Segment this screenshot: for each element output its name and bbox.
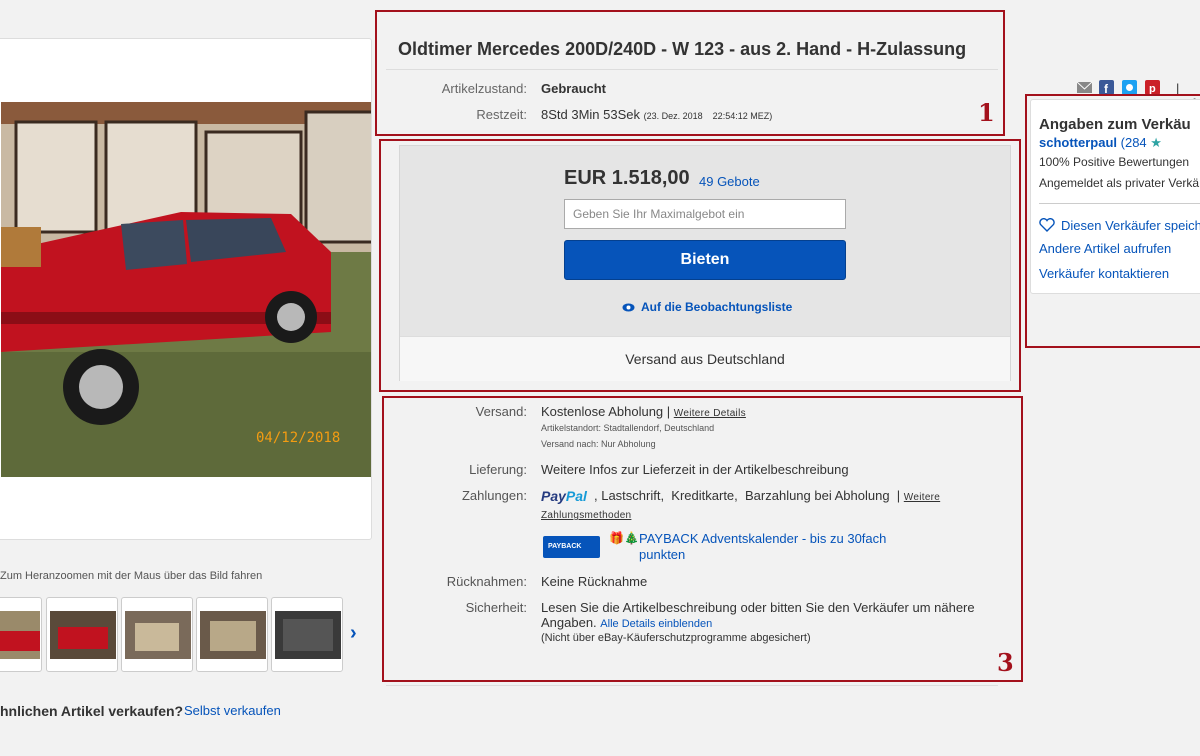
time-left-label: Restzeit: xyxy=(476,107,527,122)
payment-methods-text: , Lastschrift, Kreditkarte, Barzahlung b… xyxy=(594,488,901,503)
image-panel: 04/12/2018 xyxy=(0,38,372,540)
photo-date-stamp: 04/12/2018 xyxy=(256,430,340,446)
title-divider xyxy=(386,69,998,70)
watchlist-label: Auf die Beobachtungsliste xyxy=(641,300,793,314)
delivery-value: Weitere Infos zur Lieferzeit in der Arti… xyxy=(541,462,849,477)
more-payment-link-1[interactable]: Weitere xyxy=(904,492,940,503)
shipping-text: Kostenlose Abholung | xyxy=(541,404,671,419)
details-divider xyxy=(386,685,998,686)
bid-button[interactable]: Bieten xyxy=(564,240,846,280)
thumbnail-1[interactable] xyxy=(0,597,42,672)
ship-to: Versand nach: Nur Abholung xyxy=(541,439,656,449)
condition-label: Artikelzustand: xyxy=(441,81,527,96)
payback-link[interactable]: PAYBACK Adventskalender - bis zu 30fach … xyxy=(639,531,899,563)
condition-value: Gebraucht xyxy=(541,81,607,96)
shipping-value: Kostenlose Abholung | Weitere Details xyxy=(541,404,746,419)
ship-from-text: Versand aus Deutschland xyxy=(625,351,785,367)
save-seller-link[interactable]: Diesen Verkäufer speich xyxy=(1039,218,1200,233)
paypal-logo-pay: Pay xyxy=(541,488,566,504)
paypal-logo: PayPal xyxy=(541,488,587,504)
seller-positive-feedback: 100% Positive Bewertungen xyxy=(1039,155,1190,169)
thumbnail-3[interactable] xyxy=(121,597,193,672)
twitter-icon[interactable] xyxy=(1122,80,1137,95)
time-left-value: 8Std 3Min 53Sek (23. Dez. 2018 22:54:12 … xyxy=(541,107,772,122)
email-share-icon[interactable] xyxy=(1077,80,1092,95)
seller-registration: Angemeldet als privater Verkä xyxy=(1039,176,1200,190)
shipping-label: Versand: xyxy=(475,404,527,419)
thumbnail-1-image xyxy=(0,611,40,659)
item-location: Artikelstandort: Stadtallendorf, Deutsch… xyxy=(541,423,715,433)
more-payment-link-2[interactable]: Zahlungsmethoden xyxy=(541,510,631,521)
seller-heading: Angaben zum Verkäu xyxy=(1039,116,1191,133)
main-photo[interactable]: 04/12/2018 xyxy=(1,102,372,477)
star-icon: ★ xyxy=(1150,135,1162,150)
thumbnail-2-image xyxy=(50,611,116,659)
facebook-icon[interactable]: f xyxy=(1099,80,1114,95)
security-value: Lesen Sie die Artikelbeschreibung oder b… xyxy=(541,600,975,615)
paypal-logo-pal: Pal xyxy=(565,488,587,504)
gift-icon: 🎁🎄 xyxy=(609,531,639,545)
security-text-2: Angaben. xyxy=(541,615,597,630)
thumbnail-5[interactable] xyxy=(271,597,343,672)
thumbnail-3-image xyxy=(125,611,191,659)
payment-methods: , Lastschrift, Kreditkarte, Barzahlung b… xyxy=(594,488,940,503)
security-label: Sicherheit: xyxy=(465,600,527,615)
zoom-hint: Zum Heranzoomen mit der Maus über das Bi… xyxy=(0,570,263,582)
thumbnail-4[interactable] xyxy=(196,597,268,672)
seller-divider xyxy=(1039,203,1200,204)
show-all-details-link[interactable]: Alle Details einblenden xyxy=(600,618,712,630)
seller-other-items-link[interactable]: Andere Artikel aufrufen xyxy=(1039,241,1171,256)
buyer-protection-note: (Nicht über eBay-Käuferschutzprogramme a… xyxy=(541,632,811,644)
annotation-number-1: 1 xyxy=(978,98,995,127)
delivery-label: Lieferung: xyxy=(469,462,527,477)
current-price: EUR 1.518,00 xyxy=(564,167,690,189)
max-bid-input[interactable] xyxy=(564,199,846,229)
thumbnail-5-image xyxy=(275,611,341,659)
save-seller-label: Diesen Verkäufer speich xyxy=(1061,218,1200,233)
thumbnail-4-image xyxy=(200,611,266,659)
eye-icon xyxy=(622,303,635,312)
returns-value: Keine Rücknahme xyxy=(541,574,648,589)
heart-icon xyxy=(1039,218,1055,232)
shipping-details-link[interactable]: Weitere Details xyxy=(674,408,746,419)
chevron-right-icon[interactable]: › xyxy=(350,622,357,645)
pinterest-icon[interactable]: p xyxy=(1145,80,1160,95)
auction-end-time: (23. Dez. 2018 22:54:12 MEZ) xyxy=(643,111,773,121)
seller-name-link[interactable]: schotterpaul xyxy=(1039,135,1117,150)
payment-label: Zahlungen: xyxy=(461,488,527,503)
sell-similar-question: hnlichen Artikel verkaufen? xyxy=(0,703,184,719)
thumbnail-2[interactable] xyxy=(46,597,118,672)
security-value-line-2: Angaben. Alle Details einblenden xyxy=(541,615,712,630)
seller-feedback-score[interactable]: (284 xyxy=(1121,135,1147,150)
bids-count-link[interactable]: 49 Gebote xyxy=(699,174,760,189)
listing-title: Oldtimer Mercedes 200D/240D - W 123 - au… xyxy=(398,39,967,59)
payback-badge: PAYBACK xyxy=(543,536,600,558)
sell-yourself-link[interactable]: Selbst verkaufen xyxy=(184,703,281,718)
annotation-number-3: 3 xyxy=(997,648,1014,677)
contact-seller-link[interactable]: Verkäufer kontaktieren xyxy=(1039,266,1169,281)
time-left-countdown: 8Std 3Min 53Sek xyxy=(541,107,641,122)
seller-info: schotterpaul (284 ★ xyxy=(1039,135,1162,151)
watchlist-link[interactable]: Auf die Beobachtungsliste xyxy=(622,300,792,314)
returns-label: Rücknahmen: xyxy=(446,574,527,589)
more-payment-line: Zahlungsmethoden xyxy=(541,506,631,521)
